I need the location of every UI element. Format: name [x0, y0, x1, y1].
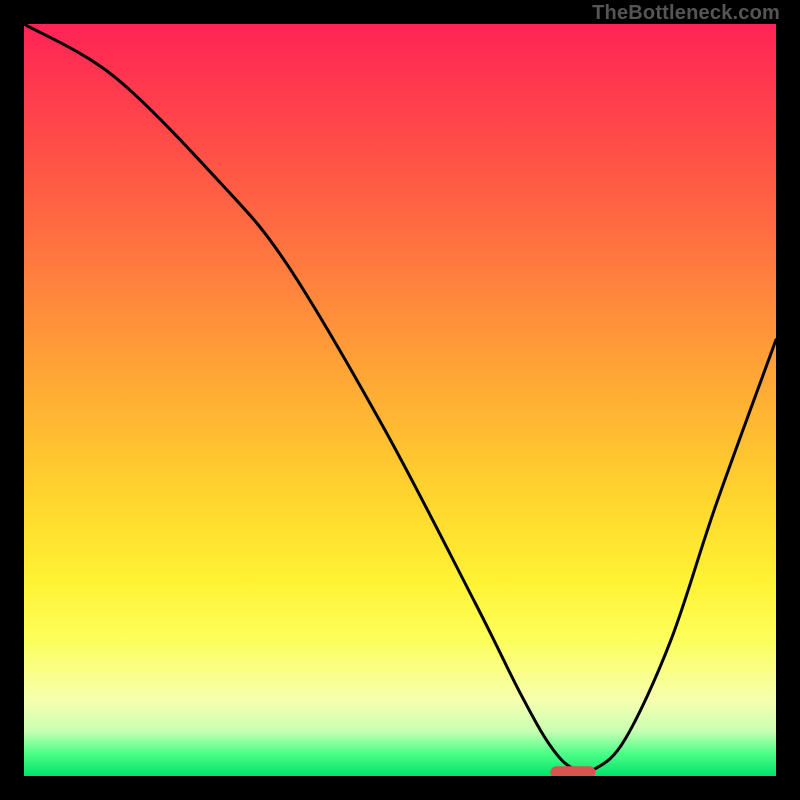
optimal-marker [550, 766, 595, 776]
bottleneck-curve-svg [24, 24, 776, 776]
watermark-text: TheBottleneck.com [592, 2, 780, 25]
bottleneck-curve-path [24, 24, 776, 772]
chart-frame: TheBottleneck.com [0, 0, 800, 800]
